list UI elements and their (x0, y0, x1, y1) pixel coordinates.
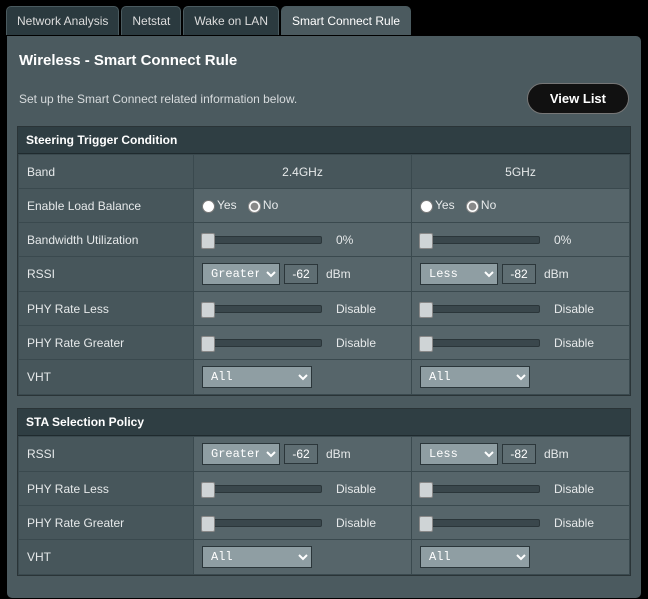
sta-phy-less-24-slider[interactable] (202, 485, 322, 493)
phy-less-24-slider[interactable] (202, 305, 322, 313)
col-5ghz: 5GHz (412, 155, 630, 189)
row-phy-rate-less: PHY Rate Less (19, 292, 194, 326)
sta-rssi-5-op[interactable]: Less (420, 443, 498, 465)
rssi-unit: dBm (544, 267, 569, 281)
row-phy-rate-greater: PHY Rate Greater (19, 326, 194, 360)
rssi-5-value[interactable] (502, 264, 536, 284)
row-sta-rssi: RSSI (19, 437, 194, 472)
sta-phy-less-5-slider[interactable] (420, 485, 540, 493)
row-bandwidth-utilization: Bandwidth Utilization (19, 223, 194, 257)
phy-greater-5-slider[interactable] (420, 339, 540, 347)
page-subtitle: Set up the Smart Connect related informa… (19, 92, 297, 106)
section-header-sta: STA Selection Policy (18, 409, 630, 436)
bw-util-5-value: 0% (554, 233, 571, 247)
vht-24-select[interactable]: All (202, 366, 312, 388)
section-steering-trigger: Steering Trigger Condition Band 2.4GHz 5… (17, 126, 631, 396)
sta-vht-5-select[interactable]: All (420, 546, 530, 568)
rssi-24-value[interactable] (284, 264, 318, 284)
phy-less-5-slider[interactable] (420, 305, 540, 313)
lb-5-no[interactable] (466, 200, 479, 213)
col-24ghz: 2.4GHz (194, 155, 412, 189)
sta-phy-greater-5-value: Disable (554, 516, 594, 530)
main-panel: Wireless - Smart Connect Rule Set up the… (6, 35, 642, 599)
radio-yes-label: Yes (217, 198, 237, 212)
section-header-trigger: Steering Trigger Condition (18, 127, 630, 154)
rssi-unit: dBm (326, 267, 351, 281)
page-title: Wireless - Smart Connect Rule (17, 46, 631, 79)
lb-5-yes[interactable] (420, 200, 433, 213)
bw-util-24-slider[interactable] (202, 236, 322, 244)
sta-phy-greater-24-slider[interactable] (202, 519, 322, 527)
radio-no-label: No (263, 198, 278, 212)
rssi-unit: dBm (544, 447, 569, 461)
sta-rssi-24-op[interactable]: Greater (202, 443, 280, 465)
col-band: Band (19, 155, 194, 189)
row-sta-phy-less: PHY Rate Less (19, 472, 194, 506)
phy-less-24-value: Disable (336, 302, 376, 316)
phy-greater-24-value: Disable (336, 336, 376, 350)
phy-greater-24-slider[interactable] (202, 339, 322, 347)
bw-util-5-slider[interactable] (420, 236, 540, 244)
lb-24-no[interactable] (248, 200, 261, 213)
tab-smart-connect-rule[interactable]: Smart Connect Rule (281, 6, 411, 35)
row-rssi: RSSI (19, 257, 194, 292)
bw-util-24-value: 0% (336, 233, 353, 247)
sta-phy-less-5-value: Disable (554, 482, 594, 496)
sta-phy-greater-24-value: Disable (336, 516, 376, 530)
tab-network-analysis[interactable]: Network Analysis (6, 6, 119, 35)
radio-yes-label: Yes (435, 198, 455, 212)
radio-no-label: No (481, 198, 496, 212)
lb-24-yes[interactable] (202, 200, 215, 213)
vht-5-select[interactable]: All (420, 366, 530, 388)
view-list-button[interactable]: View List (527, 83, 629, 114)
sta-phy-less-24-value: Disable (336, 482, 376, 496)
phy-less-5-value: Disable (554, 302, 594, 316)
sta-rssi-24-value[interactable] (284, 444, 318, 464)
phy-greater-5-value: Disable (554, 336, 594, 350)
rssi-unit: dBm (326, 447, 351, 461)
row-enable-load-balance: Enable Load Balance (19, 189, 194, 223)
sta-phy-greater-5-slider[interactable] (420, 519, 540, 527)
row-vht: VHT (19, 360, 194, 395)
tab-netstat[interactable]: Netstat (121, 6, 181, 35)
tab-bar: Network Analysis Netstat Wake on LAN Sma… (0, 0, 648, 35)
rssi-5-op[interactable]: Less (420, 263, 498, 285)
tab-wake-on-lan[interactable]: Wake on LAN (183, 6, 279, 35)
row-sta-vht: VHT (19, 540, 194, 575)
row-sta-phy-greater: PHY Rate Greater (19, 506, 194, 540)
rssi-24-op[interactable]: Greater (202, 263, 280, 285)
sta-rssi-5-value[interactable] (502, 444, 536, 464)
sta-vht-24-select[interactable]: All (202, 546, 312, 568)
